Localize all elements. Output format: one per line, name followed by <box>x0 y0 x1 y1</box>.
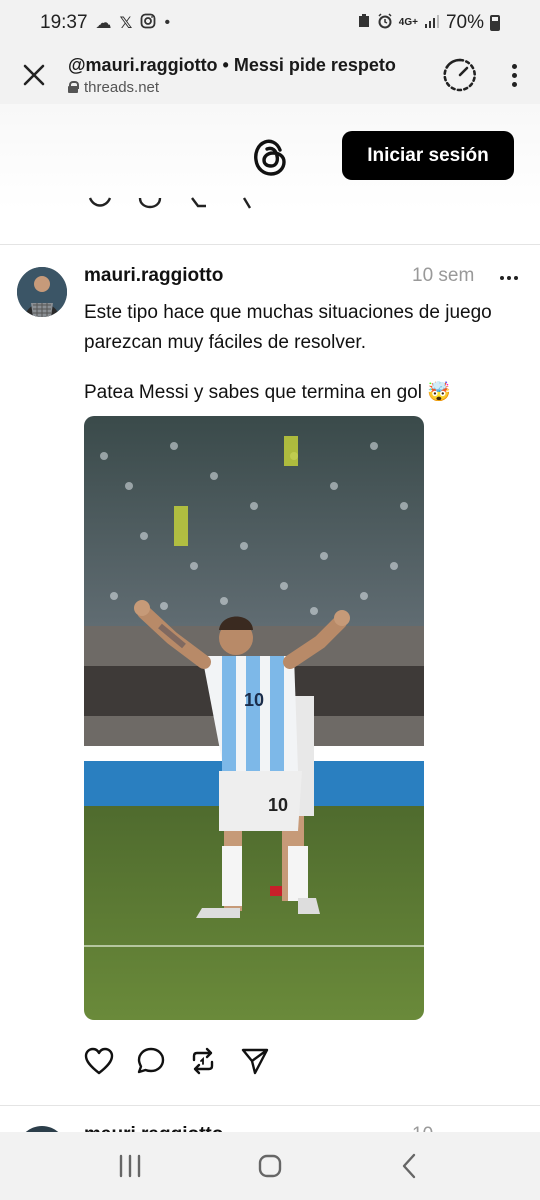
post-image[interactable]: 10 10 <box>84 416 424 1020</box>
heart-icon <box>84 1047 114 1075</box>
battery-percent: 70% <box>445 12 484 33</box>
browser-title-wrap[interactable]: @mauri.raggiotto • Messi pide respeto th… <box>68 55 432 96</box>
post-timestamp[interactable]: 10 sem <box>412 265 474 287</box>
next-post: mauri.raggiotto 10 <box>0 1106 540 1132</box>
notification-dot-icon: • <box>164 14 171 31</box>
previous-post-actions <box>84 196 284 216</box>
back-icon <box>402 1153 416 1179</box>
status-right: 4G+ 70% <box>357 12 500 34</box>
post-actions <box>84 1046 270 1076</box>
signal-icon <box>424 14 440 33</box>
threads-header: Iniciar sesión <box>0 104 540 210</box>
next-post-timestamp: 10 <box>412 1124 433 1132</box>
data-saver-icon <box>357 13 371 34</box>
like-button[interactable] <box>84 1046 114 1076</box>
post-paragraph: Este tipo hace que muchas situaciones de… <box>84 302 492 353</box>
post-more-button[interactable] <box>494 266 524 290</box>
lock-icon <box>68 81 79 93</box>
browser-menu-button[interactable] <box>488 46 540 104</box>
status-left: 19:37 ☁ 𝕏 • <box>40 12 170 34</box>
svg-text:10: 10 <box>268 795 288 815</box>
system-nav-bar <box>0 1132 540 1200</box>
share-button[interactable] <box>240 1046 270 1076</box>
instagram-icon <box>140 13 156 34</box>
next-post-username[interactable]: mauri.raggiotto <box>84 1124 223 1132</box>
avatar[interactable] <box>17 267 67 317</box>
speedometer-icon <box>443 58 476 92</box>
battery-icon <box>490 15 500 31</box>
post: mauri.raggiotto 10 sem Este tipo hace qu… <box>0 246 540 1106</box>
page-url: threads.net <box>84 78 160 96</box>
recent-apps-icon <box>119 1154 141 1178</box>
messi-photo: 10 10 <box>84 416 424 1020</box>
send-icon <box>241 1048 269 1075</box>
login-button[interactable]: Iniciar sesión <box>342 131 514 180</box>
close-icon <box>23 64 45 86</box>
repost-button[interactable] <box>188 1046 218 1076</box>
status-bar: 19:37 ☁ 𝕏 • 4G+ 70% <box>0 0 540 46</box>
cloud-icon: ☁ <box>95 15 112 32</box>
page-speed-button[interactable] <box>432 46 488 104</box>
close-button[interactable] <box>0 46 68 104</box>
repost-icon <box>192 1047 214 1075</box>
post-text: Este tipo hace que muchas situaciones de… <box>84 298 504 428</box>
threads-logo-icon[interactable] <box>247 134 293 180</box>
more-vert-icon <box>511 63 517 87</box>
recent-apps-button[interactable] <box>100 1136 160 1196</box>
back-button[interactable] <box>380 1136 440 1196</box>
url-row: threads.net <box>68 79 432 96</box>
divider <box>0 244 540 245</box>
status-time: 19:37 <box>40 12 88 33</box>
svg-text:10: 10 <box>244 690 264 710</box>
alarm-icon <box>377 12 393 34</box>
comment-button[interactable] <box>136 1046 166 1076</box>
network-type: 4G+ <box>398 17 418 28</box>
browser-bar: @mauri.raggiotto • Messi pide respeto th… <box>0 46 540 104</box>
home-icon <box>258 1154 282 1178</box>
post-username[interactable]: mauri.raggiotto <box>84 265 223 287</box>
comment-icon <box>137 1047 165 1074</box>
page-title: @mauri.raggiotto • Messi pide respeto <box>68 54 396 75</box>
home-button[interactable] <box>240 1136 300 1196</box>
x-logo-icon: 𝕏 <box>119 15 133 32</box>
more-horiz-icon <box>500 276 504 280</box>
post-paragraph: Patea Messi y sabes que termina en gol 🤯 <box>84 382 451 403</box>
